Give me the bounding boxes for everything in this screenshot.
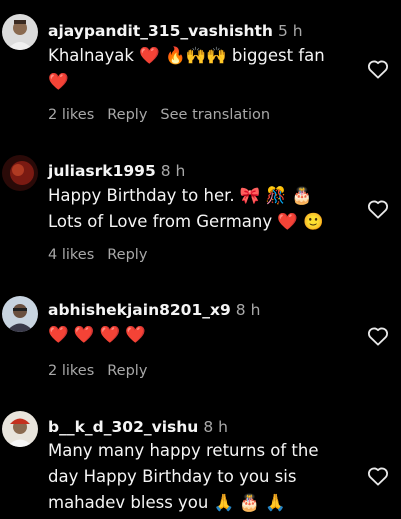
likes-count[interactable]: 2 likes <box>48 107 94 123</box>
avatar[interactable] <box>2 155 38 191</box>
reply-button[interactable]: Reply <box>107 107 147 123</box>
comment-actions: 2 likes Reply See translation <box>48 107 283 123</box>
heart-outline-icon[interactable] <box>367 466 389 486</box>
likes-count[interactable]: 2 likes <box>48 363 94 379</box>
heart-outline-icon[interactable] <box>367 59 389 79</box>
timestamp: 8 h <box>203 418 228 436</box>
comment-text: Khalnayak ❤️ 🔥🙌🙌 biggest fan ❤️ <box>48 46 325 91</box>
reply-button[interactable]: Reply <box>107 247 147 263</box>
comment-header: b__k_d_302_vishu 8 h <box>48 418 228 436</box>
comment-text: Many many happy returns of the day Happy… <box>48 441 319 512</box>
avatar[interactable] <box>2 296 38 332</box>
avatar[interactable] <box>2 14 38 50</box>
avatar[interactable] <box>2 411 38 447</box>
comment-header: ajaypandit_315_vashishth 5 h <box>48 22 303 40</box>
username[interactable]: b__k_d_302_vishu <box>48 418 198 436</box>
comment-text: Happy Birthday to her. 🎀 🎊 🎂 Lots of Lov… <box>48 186 324 231</box>
comment-header: abhishekjain8201_x9 8 h <box>48 301 260 319</box>
comment-header: juliasrk1995 8 h <box>48 162 185 180</box>
username[interactable]: ajaypandit_315_vashishth <box>48 22 273 40</box>
comment-text: ❤️ ❤️ ❤️ ❤️ <box>48 325 146 344</box>
heart-outline-icon[interactable] <box>367 326 389 346</box>
comment-actions: 2 likes Reply <box>48 363 160 379</box>
timestamp: 8 h <box>235 301 261 319</box>
username[interactable]: abhishekjain8201_x9 <box>48 301 231 319</box>
reply-button[interactable]: Reply <box>107 363 147 379</box>
timestamp: 8 h <box>160 162 186 180</box>
timestamp: 5 h <box>277 22 303 40</box>
comment-actions: 4 likes Reply <box>48 247 160 263</box>
heart-outline-icon[interactable] <box>367 199 389 219</box>
username[interactable]: juliasrk1995 <box>48 162 156 180</box>
see-translation-button[interactable]: See translation <box>160 107 270 123</box>
likes-count[interactable]: 4 likes <box>48 247 94 263</box>
